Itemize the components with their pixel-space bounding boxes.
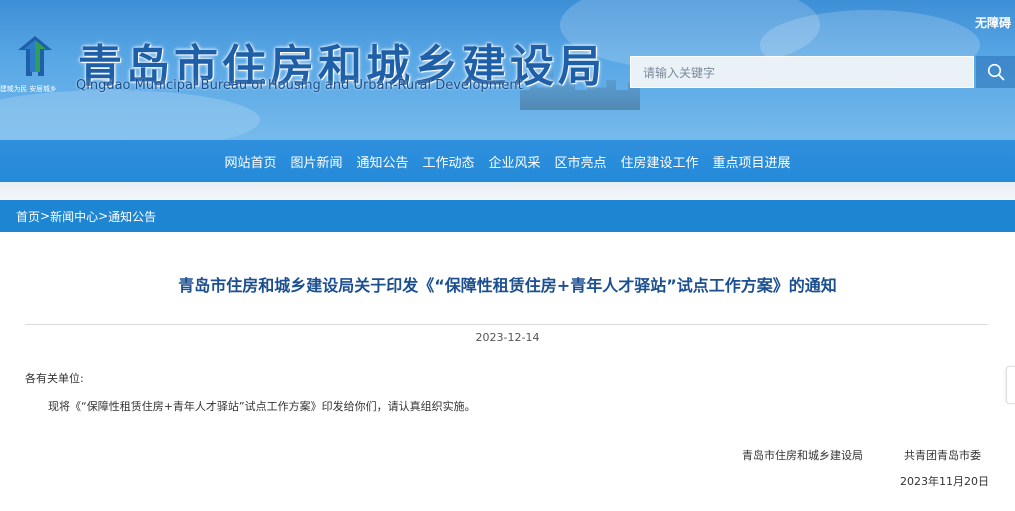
search-button[interactable] xyxy=(976,56,1015,88)
search-input[interactable]: 请输入关键字 xyxy=(630,56,974,88)
header-banner: 无障碍 建城为民 安居城乡 青岛市住房和城乡建设局 Qingdao Munici… xyxy=(0,0,1015,140)
side-float-tab[interactable] xyxy=(1006,366,1015,404)
article-body: 现将《“保障性租赁住房+青年人才驿站”试点工作方案》印发给你们，请认真组织实施。 xyxy=(48,400,476,413)
breadcrumb: 首页 > 新闻中心 > 通知公告 xyxy=(0,200,1015,232)
banner-water xyxy=(0,112,1015,140)
bureau-logo-icon xyxy=(18,36,52,76)
breadcrumb-separator: > xyxy=(40,209,51,223)
signer-youth-league: 共青团青岛市委 xyxy=(904,449,981,462)
main-nav: 网站首页 图片新闻 通知公告 工作动态 企业风采 区市亮点 住房建设工作 重点项… xyxy=(0,140,1015,182)
logo-slogan: 建城为民 安居城乡 xyxy=(0,84,57,93)
breadcrumb-current[interactable]: 通知公告 xyxy=(108,208,156,225)
nav-item-housing-work[interactable]: 住房建设工作 xyxy=(621,152,699,171)
nav-item-notices[interactable]: 通知公告 xyxy=(356,152,408,171)
article-title: 青岛市住房和城乡建设局关于印发《“保障性租赁住房+青年人才驿站”试点工作方案》的… xyxy=(178,276,837,295)
accessibility-link[interactable]: 无障碍 xyxy=(975,14,1011,31)
nav-item-district-highlights[interactable]: 区市亮点 xyxy=(555,152,607,171)
nav-item-home[interactable]: 网站首页 xyxy=(224,152,276,171)
site-subtitle: Qingdao Municipal Bureau of Housing and … xyxy=(76,78,523,93)
breadcrumb-home[interactable]: 首页 xyxy=(16,208,40,225)
breadcrumb-news-center[interactable]: 新闻中心 xyxy=(50,208,98,225)
signed-date: 2023年11月20日 xyxy=(900,475,989,488)
nav-item-photo-news[interactable]: 图片新闻 xyxy=(290,152,342,171)
nav-item-enterprises[interactable]: 企业风采 xyxy=(489,152,541,171)
breadcrumb-separator: > xyxy=(98,209,109,223)
signer-bureau: 青岛市住房和城乡建设局 xyxy=(742,449,863,462)
nav-spacer xyxy=(0,182,1015,200)
search-icon xyxy=(987,63,1004,81)
article-date: 2023-12-14 xyxy=(475,331,540,344)
nav-item-key-projects[interactable]: 重点项目进展 xyxy=(713,152,791,171)
search-placeholder: 请输入关键字 xyxy=(643,65,716,80)
nav-item-work-news[interactable]: 工作动态 xyxy=(422,152,474,171)
title-divider xyxy=(25,324,988,325)
article-greeting: 各有关单位: xyxy=(25,372,84,385)
